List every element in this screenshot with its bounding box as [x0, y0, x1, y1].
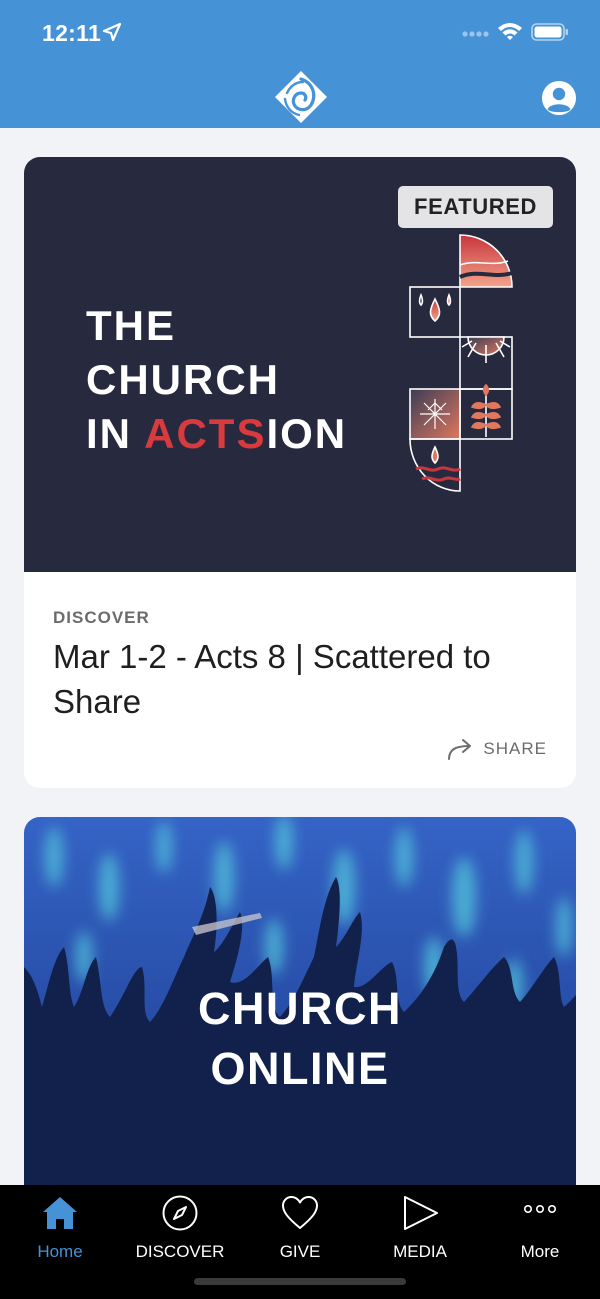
hero-title-line-2: CHURCH	[86, 356, 280, 403]
hero-title-word-in: IN	[86, 410, 145, 457]
tab-discover[interactable]: DISCOVER	[120, 1185, 240, 1265]
church-online-title: CHURCH ONLINE	[24, 979, 576, 1099]
tab-home-label: Home	[37, 1242, 83, 1261]
hero-title-text: THE CHURCH IN ACTSION	[86, 299, 347, 461]
user-profile-icon	[542, 81, 576, 115]
home-indicator[interactable]	[194, 1278, 406, 1285]
cellular-signal-icon	[462, 31, 489, 37]
featured-content-card[interactable]: FEATURED THE CHURCH IN ACTSION DISCOVER …	[24, 157, 576, 788]
tab-media[interactable]: MEDIA	[360, 1185, 480, 1265]
church-online-card[interactable]: CHURCH ONLINE	[24, 817, 576, 1217]
featured-hero-image: FEATURED THE CHURCH IN ACTSION	[24, 157, 576, 572]
more-dots-icon	[524, 1205, 556, 1214]
hero-title-word-ion: ION	[266, 410, 348, 457]
profile-button[interactable]	[542, 81, 576, 115]
status-bar: 12:11	[0, 0, 600, 66]
heart-icon	[282, 1196, 318, 1229]
tab-home[interactable]: Home	[0, 1185, 120, 1265]
card-title[interactable]: Mar 1-2 - Acts 8 | Scattered to Share	[53, 634, 563, 724]
battery-icon	[531, 23, 568, 41]
compass-icon	[162, 1195, 198, 1231]
tab-discover-label: DISCOVER	[135, 1242, 225, 1261]
share-arrow-icon	[448, 739, 472, 760]
card-category-label: DISCOVER	[53, 608, 150, 627]
hero-title-word-acts: ACTS	[144, 410, 267, 457]
church-online-title-line-1: CHURCH	[198, 983, 402, 1034]
featured-card-body: DISCOVER Mar 1-2 - Acts 8 | Scattered to…	[24, 572, 576, 788]
featured-badge: FEATURED	[398, 186, 553, 228]
tab-give-label: GIVE	[279, 1242, 321, 1261]
sermon-series-art	[409, 234, 513, 492]
play-icon	[404, 1196, 438, 1230]
hero-title-line-3: IN ACTSION	[86, 407, 347, 461]
location-arrow-icon	[102, 22, 122, 42]
hero-title-line-1: THE	[86, 302, 176, 349]
share-button[interactable]: SHARE	[447, 734, 547, 764]
app-header: 12:11	[0, 0, 600, 128]
tab-give[interactable]: GIVE	[240, 1185, 360, 1265]
status-time: 12:11	[42, 20, 102, 46]
church-logo-icon[interactable]	[273, 69, 329, 125]
tab-media-label: MEDIA	[393, 1242, 447, 1261]
church-online-title-line-2: ONLINE	[210, 1043, 390, 1094]
wifi-icon	[498, 23, 522, 40]
home-icon	[43, 1197, 77, 1229]
tab-more-label: More	[520, 1242, 560, 1261]
share-label: SHARE	[483, 739, 547, 758]
tab-more[interactable]: More	[480, 1185, 600, 1265]
